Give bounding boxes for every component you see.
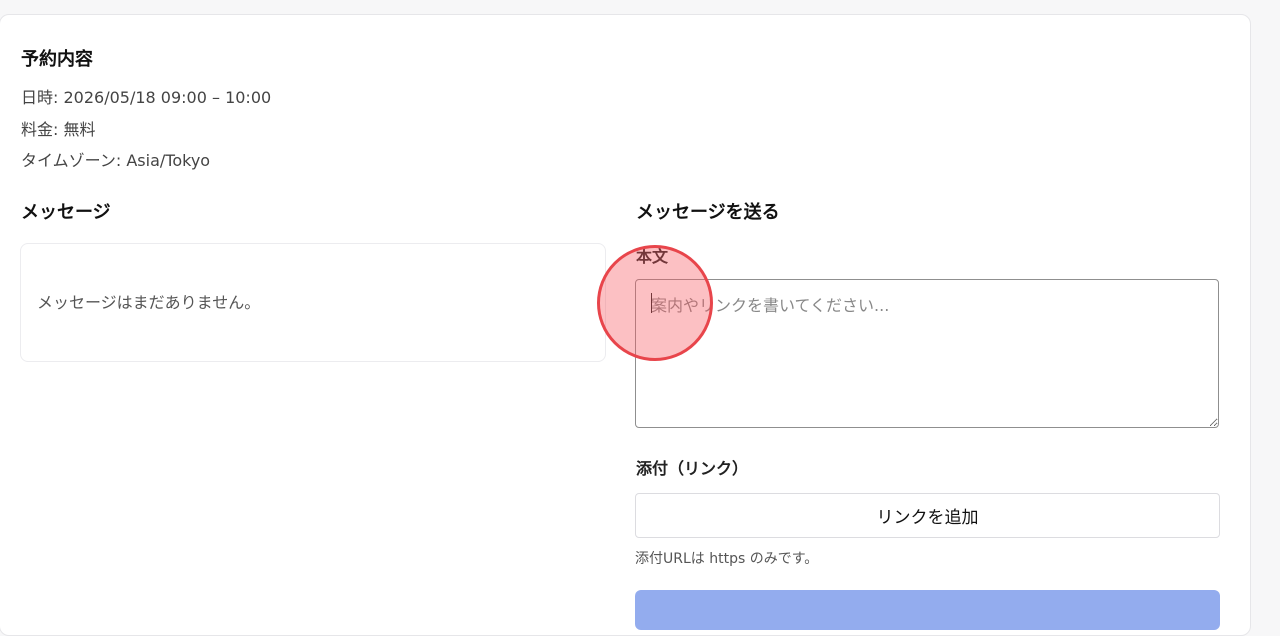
booking-section-title: 予約内容 bbox=[21, 49, 93, 70]
message-list: メッセージはまだありません。 bbox=[20, 243, 606, 362]
messages-section-title: メッセージ bbox=[21, 202, 111, 223]
body-label: 本文 bbox=[636, 247, 669, 266]
booking-timezone: タイムゾーン: Asia/Tokyo bbox=[21, 151, 211, 170]
send-message-title: メッセージを送る bbox=[636, 202, 780, 223]
attachment-label: 添付（リンク） bbox=[636, 459, 749, 478]
send-message-button[interactable] bbox=[635, 590, 1220, 630]
text-caret bbox=[651, 293, 652, 313]
booking-fee: 料金: 無料 bbox=[21, 120, 96, 139]
empty-messages-text: メッセージはまだありません。 bbox=[37, 293, 261, 312]
booking-datetime: 日時: 2026/05/18 09:00 – 10:00 bbox=[21, 88, 272, 107]
message-body-textarea[interactable] bbox=[635, 279, 1219, 428]
add-link-button[interactable]: リンクを追加 bbox=[635, 493, 1220, 538]
attachment-hint: 添付URLは https のみです。 bbox=[635, 551, 819, 567]
